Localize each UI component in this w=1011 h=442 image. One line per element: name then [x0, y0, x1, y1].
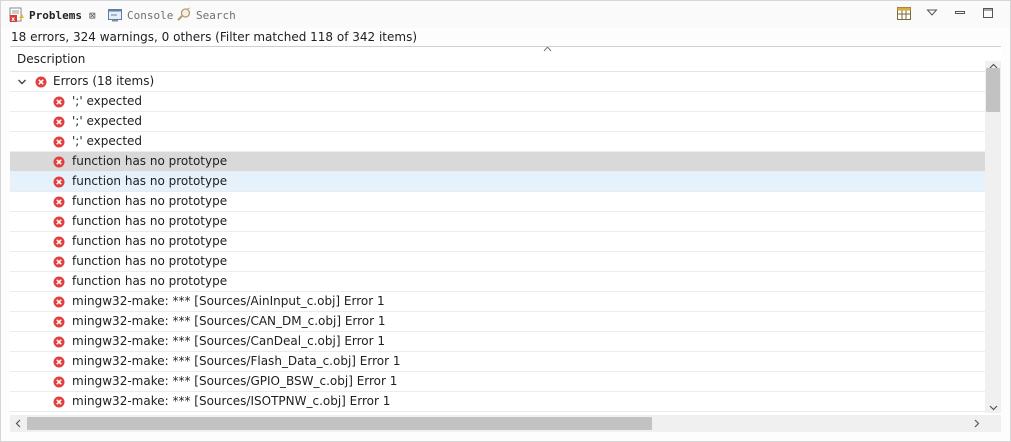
table-row[interactable]: function has no prototype — [10, 272, 985, 292]
horizontal-scroll-thumb[interactable] — [27, 417, 652, 430]
column-header-description[interactable]: Description — [10, 47, 985, 72]
minimize-icon[interactable] — [952, 5, 968, 21]
error-icon — [53, 316, 65, 328]
problems-icon: x — [9, 7, 25, 23]
table-view-icon[interactable] — [896, 5, 912, 21]
row-description: mingw32-make: *** [Sources/CAN_DM_c.obj]… — [72, 314, 386, 328]
maximize-icon[interactable] — [980, 5, 996, 21]
row-description: ';' expected — [72, 134, 143, 148]
tab-console-label: Console — [127, 8, 174, 22]
tab-problems[interactable]: x Problems ⊠ — [9, 4, 96, 26]
tab-search[interactable]: Search — [176, 4, 236, 26]
error-icon — [53, 296, 65, 308]
error-icon — [53, 116, 65, 128]
error-icon — [53, 176, 65, 188]
tab-problems-label: Problems — [29, 8, 82, 22]
row-description: ';' expected — [72, 114, 143, 128]
search-icon — [176, 7, 192, 23]
table-row[interactable]: mingw32-make: *** [Sources/CAN_DM_c.obj]… — [10, 312, 985, 332]
scroll-right-arrow-icon[interactable] — [969, 415, 985, 432]
row-description: function has no prototype — [72, 234, 228, 248]
vertical-scroll-thumb[interactable] — [986, 68, 1000, 112]
table-row[interactable]: ';' expected — [10, 92, 985, 112]
view-menu-icon[interactable] — [924, 5, 940, 21]
error-icon — [53, 136, 65, 148]
error-icon — [53, 236, 65, 248]
sort-ascending-icon — [543, 47, 552, 55]
table-row[interactable]: mingw32-make: *** [Sources/Flash_Data_c.… — [10, 352, 985, 372]
table-row[interactable]: ';' expected — [10, 112, 985, 132]
vertical-scrollbar[interactable] — [985, 61, 1001, 413]
table-row[interactable]: mingw32-make: *** [Sources/AinInput_c.ob… — [10, 292, 985, 312]
close-icon[interactable]: ⊠ — [89, 9, 96, 22]
row-description: function has no prototype — [72, 214, 228, 228]
column-header-label: Description — [17, 52, 86, 66]
view-toolbar — [896, 5, 996, 21]
table-row[interactable]: function has no prototype — [10, 152, 985, 172]
error-icon — [53, 396, 65, 408]
table-row[interactable]: mingw32-make: *** [Sources/GPIO_BSW_c.ob… — [10, 372, 985, 392]
table-row[interactable]: function has no prototype — [10, 212, 985, 232]
problems-table: Description Errors (18 items) ';' expect… — [10, 46, 1001, 432]
tree-group-errors[interactable]: Errors (18 items) — [10, 72, 985, 92]
table-row[interactable]: function has no prototype — [10, 172, 985, 192]
row-description: function has no prototype — [72, 154, 228, 168]
error-icon — [53, 196, 65, 208]
error-icon — [53, 356, 65, 368]
table-row[interactable]: function has no prototype — [10, 232, 985, 252]
chevron-down-icon[interactable] — [17, 76, 27, 86]
problems-summary: 18 errors, 324 warnings, 0 others (Filte… — [11, 30, 417, 44]
problems-rows: Errors (18 items) ';' expected ';' expect… — [10, 72, 985, 412]
row-description: function has no prototype — [72, 194, 228, 208]
error-icon — [35, 76, 47, 88]
console-icon — [107, 7, 123, 23]
row-description: function has no prototype — [72, 174, 228, 188]
view-tab-bar: x Problems ⊠ Console Search — [1, 1, 1010, 28]
row-description: mingw32-make: *** [Sources/GPIO_BSW_c.ob… — [72, 374, 398, 388]
row-description: mingw32-make: *** [Sources/Flash_Data_c.… — [72, 354, 401, 368]
error-icon — [53, 96, 65, 108]
table-row[interactable]: mingw32-make: *** [Sources/ISOTPNW_c.obj… — [10, 392, 985, 412]
scrollbar-corner — [985, 415, 1001, 432]
error-icon — [53, 256, 65, 268]
problems-view: x Problems ⊠ Console Search 18 errors, 3… — [0, 0, 1011, 442]
table-row[interactable]: function has no prototype — [10, 252, 985, 272]
scroll-down-arrow-icon[interactable] — [985, 401, 1001, 415]
horizontal-scrollbar[interactable] — [10, 415, 985, 432]
error-icon — [53, 336, 65, 348]
row-description: function has no prototype — [72, 254, 228, 268]
table-row[interactable]: function has no prototype — [10, 192, 985, 212]
error-icon — [53, 156, 65, 168]
row-description: ';' expected — [72, 94, 143, 108]
error-icon — [53, 376, 65, 388]
tab-console[interactable]: Console — [107, 4, 173, 26]
row-description: mingw32-make: *** [Sources/AinInput_c.ob… — [72, 294, 385, 308]
tree-group-label: Errors (18 items) — [53, 74, 155, 88]
row-description: mingw32-make: *** [Sources/CanDeal_c.obj… — [72, 334, 386, 348]
tab-search-label: Search — [196, 8, 236, 22]
row-description: function has no prototype — [72, 274, 228, 288]
svg-text:x: x — [11, 16, 15, 23]
table-row[interactable]: ';' expected — [10, 132, 985, 152]
error-icon — [53, 216, 65, 228]
table-row[interactable]: mingw32-make: *** [Sources/CanDeal_c.obj… — [10, 332, 985, 352]
error-icon — [53, 276, 65, 288]
row-description: mingw32-make: *** [Sources/ISOTPNW_c.obj… — [72, 394, 391, 408]
scroll-left-arrow-icon[interactable] — [10, 415, 26, 432]
